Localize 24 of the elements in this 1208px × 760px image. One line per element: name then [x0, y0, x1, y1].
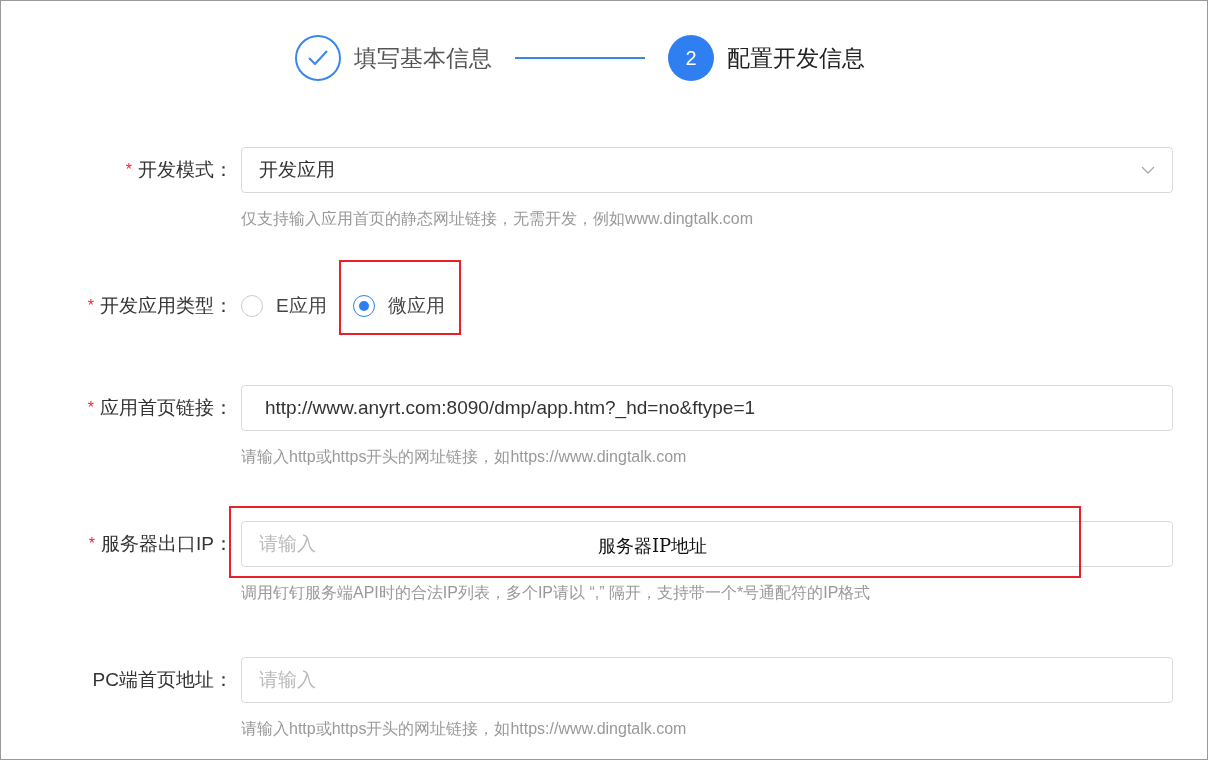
field-label: 服务器出口IP： — [101, 531, 233, 556]
annotation-text: 服务器IP地址 — [598, 534, 708, 558]
required-asterisk: * — [88, 534, 96, 554]
step-number: 2 — [685, 46, 697, 71]
input-field[interactable]: http://www.anyrt.com:8090/dmp/app.htm?_hd=no&ftype=1 — [241, 385, 1173, 431]
radio-option[interactable]: 微应用 — [352, 291, 445, 321]
help-text: 调用钉钉服务端API时的合法IP列表，多个IP请以 “,” 隔开，支持带一个*号通配符的IP格式 — [241, 583, 872, 603]
field-label: 应用首页链接： — [100, 395, 233, 420]
chevron-down-icon — [1141, 166, 1155, 174]
field-label: 开发应用类型： — [100, 293, 233, 318]
field-label: PC端首页地址： — [92, 667, 233, 692]
required-asterisk: * — [87, 398, 94, 418]
step-label: 填写基本信息 — [354, 43, 492, 73]
help-text: 请输入http或https开头的网址链接，如https://www.dingtalk.com — [241, 447, 688, 467]
input-field[interactable]: 请输入 — [241, 657, 1173, 703]
checkmark-icon — [307, 49, 329, 67]
select-field[interactable]: 开发应用 — [241, 147, 1173, 193]
help-text: 仅支持输入应用首页的静态网址链接，无需开发，例如www.dingtalk.com — [241, 209, 755, 229]
radio-option[interactable]: E应用 — [241, 291, 327, 321]
required-asterisk: * — [125, 160, 132, 180]
step-label: 配置开发信息 — [727, 43, 865, 73]
field-label: 开发模式： — [138, 157, 233, 182]
required-asterisk: * — [87, 296, 94, 316]
help-text: 请输入http或https开头的网址链接，如https://www.dingtalk.com — [241, 719, 688, 739]
